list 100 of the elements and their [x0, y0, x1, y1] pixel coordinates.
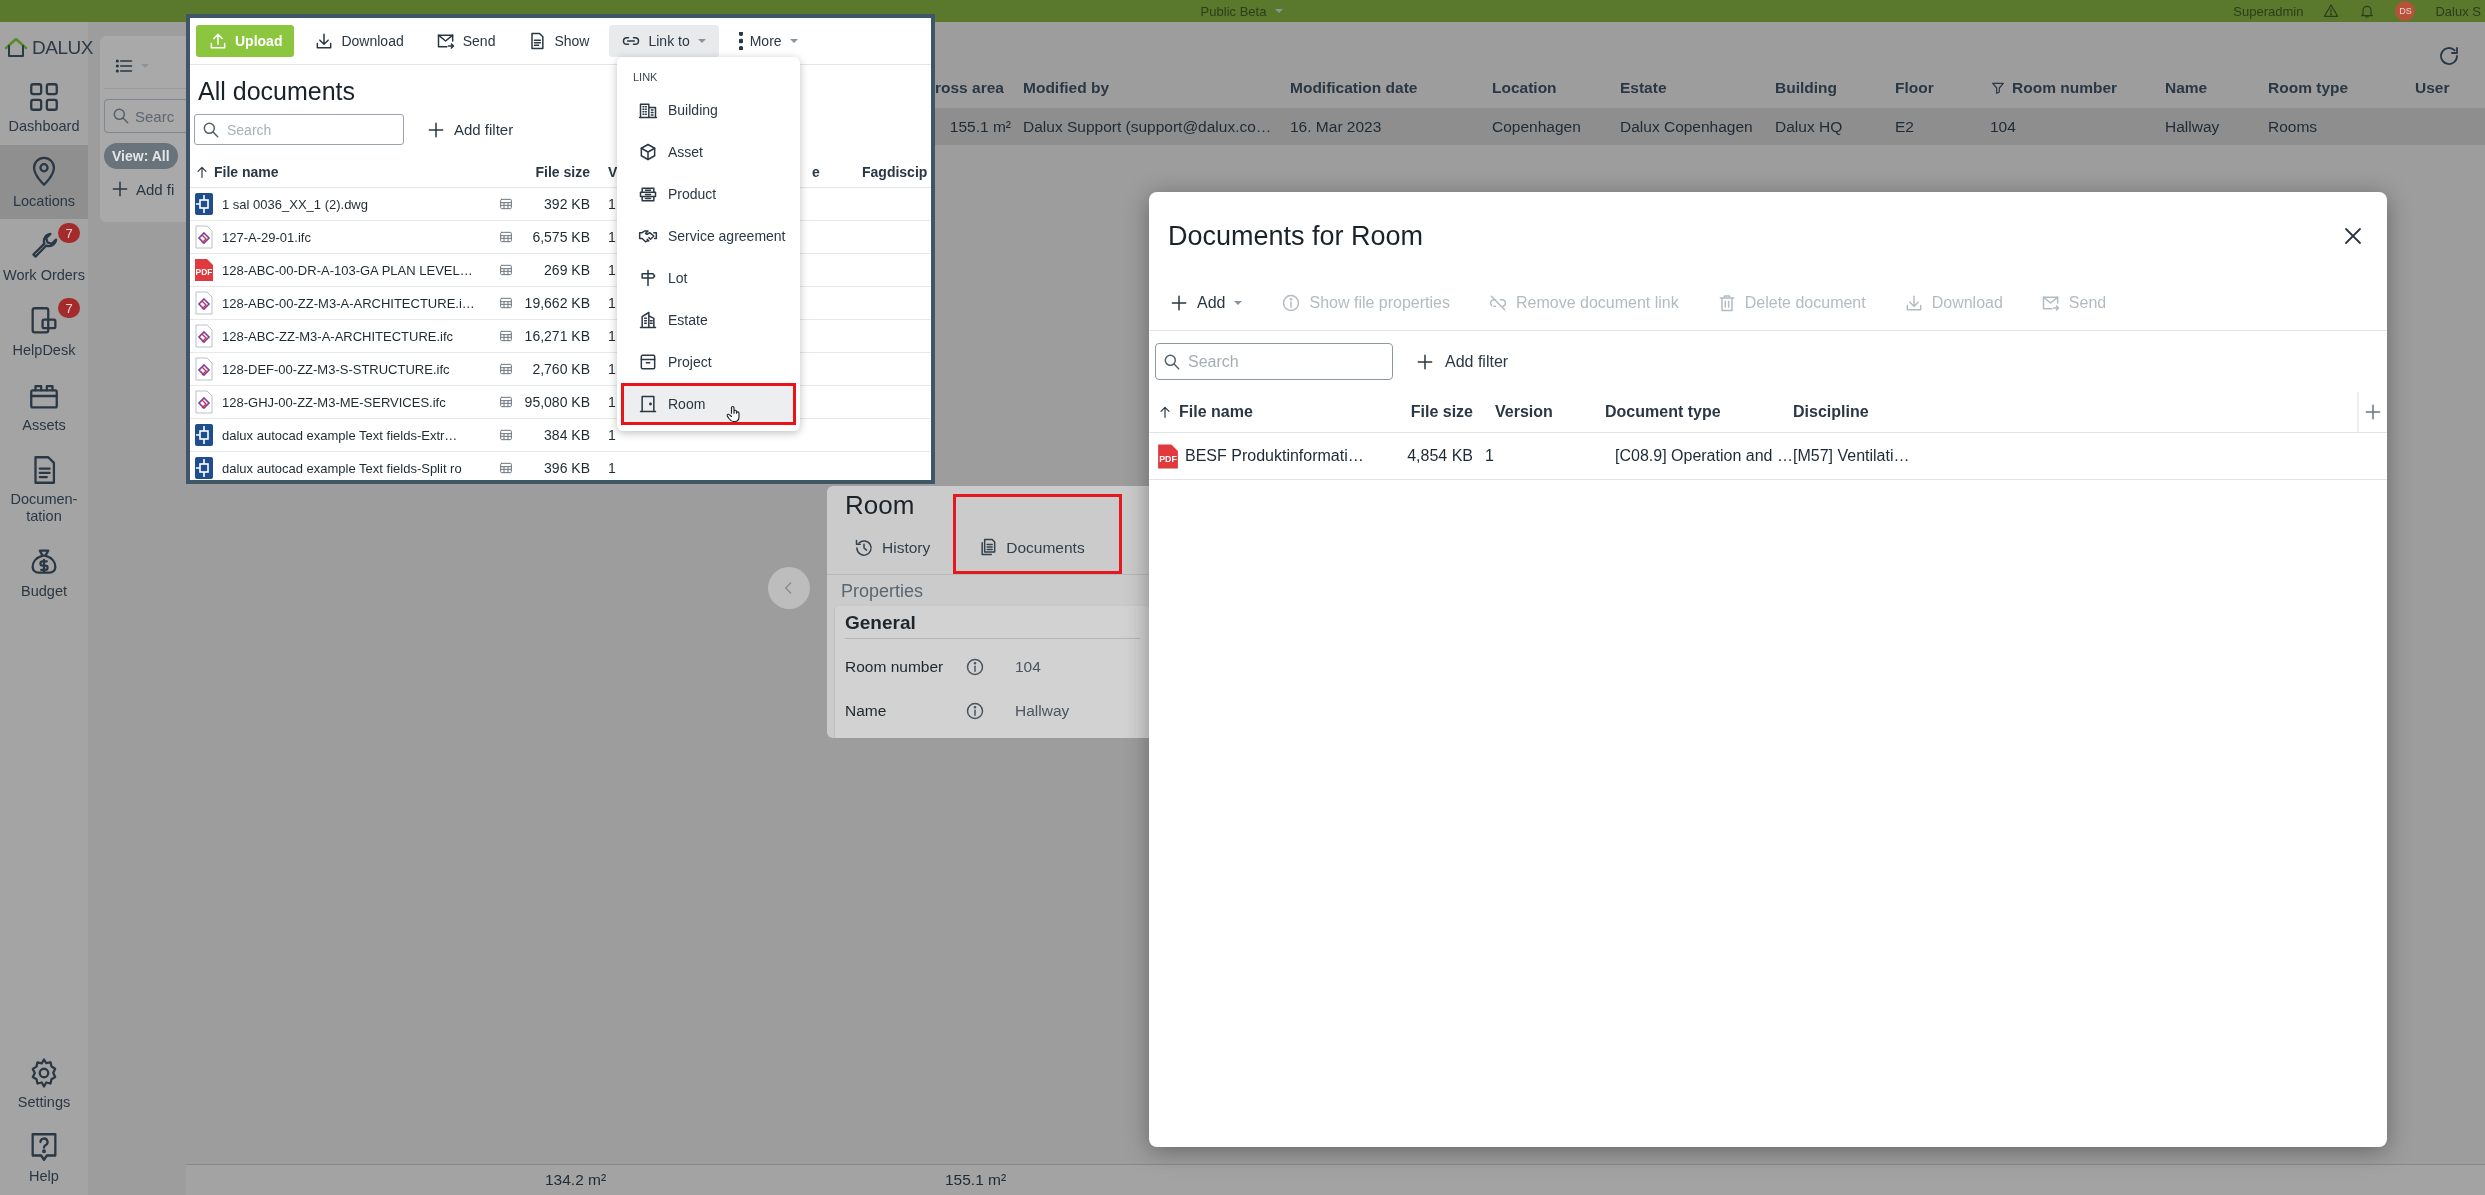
column-header[interactable]: Room number	[1990, 79, 2165, 97]
role-label: Superadmin	[2233, 3, 2304, 19]
column-header[interactable]: Discipline	[1793, 403, 1973, 421]
sidebar-item[interactable]: Work Orders 7	[0, 219, 88, 294]
sidebar-item[interactable]: Settings	[0, 1045, 88, 1121]
drawing-file-icon	[194, 192, 214, 216]
view-chip[interactable]: View: All	[104, 143, 178, 169]
column-header[interactable]: Building	[1775, 79, 1895, 97]
history-icon	[854, 538, 874, 558]
column-header[interactable]: Modified by	[1023, 79, 1290, 97]
search-field[interactable]: Search	[194, 114, 404, 145]
toolbar-button[interactable]: Link to	[609, 25, 719, 57]
toolbar-button[interactable]: Send	[423, 25, 508, 57]
sheet-icon[interactable]	[498, 196, 514, 212]
table-cell-text: 16. Mar 2023	[1290, 118, 1383, 136]
table-cell-text: Dalux HQ	[1775, 118, 1844, 136]
plus-icon	[1169, 293, 1189, 313]
column-header[interactable]: File size	[518, 164, 600, 180]
sidebar-item[interactable]: Help	[0, 1120, 88, 1195]
file-name: 128-ABC-00-DR-A-103-GA PLAN LEVEL…	[222, 262, 473, 278]
column-header[interactable]: ross area	[935, 79, 1023, 97]
sheet-icon[interactable]	[498, 295, 514, 311]
file-size: 2,760 KB	[531, 361, 591, 377]
section-label: Properties	[840, 580, 925, 603]
field-value: Hallway	[1015, 702, 1071, 720]
file-name: 128-GHJ-00-ZZ-M3-ME-SERVICES.ifc	[222, 394, 446, 410]
column-header[interactable]: Name	[2165, 79, 2268, 97]
column-header[interactable]: Modification date	[1290, 79, 1492, 97]
sheet-icon[interactable]	[498, 394, 514, 410]
column-header[interactable]: Room type	[2268, 79, 2415, 97]
search-icon	[111, 106, 131, 126]
toolbar-button[interactable]: More	[726, 25, 811, 57]
table-cell-text: 104	[1990, 118, 2017, 136]
sidebar-item[interactable]: Budget	[0, 534, 88, 610]
tab[interactable]: History	[837, 522, 948, 574]
file-name: 128-ABC-00-ZZ-M3-A-ARCHITECTURE.i…	[222, 295, 475, 311]
version-cell-text: 1	[607, 394, 616, 410]
column-header[interactable]: Location	[1492, 79, 1620, 97]
info-icon[interactable]	[965, 657, 985, 677]
menu-heading: LINK	[632, 70, 659, 85]
sheet-icon[interactable]	[498, 460, 514, 476]
sidebar-item[interactable]: Assets	[0, 368, 88, 444]
refresh-icon[interactable]	[2437, 44, 2461, 68]
table-cell-text: 1	[1485, 447, 1495, 465]
total-cell-text: 155.1 m²	[945, 1171, 1008, 1189]
sort-arrow-icon	[1157, 404, 1173, 420]
search-field[interactable]: Searc	[104, 99, 186, 133]
info-icon[interactable]	[965, 701, 985, 721]
drawing-file-icon	[194, 423, 214, 447]
column-header[interactable]: Document type	[1605, 403, 1793, 421]
sheet-icon[interactable]	[498, 361, 514, 377]
add-filter-button[interactable]: Add filter	[1415, 351, 1509, 372]
version-cell-text: 1	[607, 427, 616, 443]
document-row[interactable]: PDF BESF Produktinformati… 4,854 KB 1 [C08.9] Operation and …[M57] Ventilati…	[1149, 433, 2387, 480]
unlink-icon	[1488, 293, 1508, 313]
list-view-icon[interactable]	[114, 56, 134, 76]
menu-item[interactable]: Room	[621, 383, 796, 425]
pdf-file-icon: PDF	[194, 258, 214, 282]
file-size: 19,662 KB	[523, 295, 591, 311]
tab[interactable]: Documents	[953, 494, 1122, 574]
column-header[interactable]: User	[2415, 79, 2485, 97]
column-header[interactable]: File size	[1393, 403, 1485, 421]
plus-icon	[110, 179, 130, 199]
sidebar-item[interactable]: Locations	[0, 144, 88, 220]
panel-title: Room	[844, 490, 916, 520]
sheet-icon[interactable]	[498, 427, 514, 443]
model-file-icon	[194, 324, 214, 348]
add-filter-button[interactable]: Add filter	[426, 119, 514, 140]
sidebar-item[interactable]: Dashboard	[0, 70, 88, 145]
file-name: dalux autocad example Text fields-Split ro	[222, 460, 462, 476]
search-field[interactable]: Search	[1155, 343, 1393, 380]
toolbar-button[interactable]: Download	[302, 25, 416, 57]
total-cell-text: 134.2 m²	[545, 1171, 608, 1189]
version-cell-text: 1	[607, 262, 616, 278]
kebab-icon	[738, 32, 743, 50]
sidebar-item[interactable]: Documen-tation	[0, 443, 88, 535]
bell-icon[interactable]	[2359, 3, 2376, 19]
table-cell-text: Copenhagen	[1492, 118, 1582, 136]
add-filter-button[interactable]: Add fi	[104, 179, 186, 199]
column-header[interactable]: Fagdiscip	[860, 164, 931, 180]
file-size: 396 KB	[543, 460, 591, 476]
sheet-icon[interactable]	[498, 229, 514, 245]
file-size: 16,271 KB	[523, 328, 591, 344]
column-header[interactable]: Floor	[1895, 79, 1990, 97]
sheet-icon[interactable]	[498, 262, 514, 278]
caret-icon	[140, 63, 150, 69]
sheet-icon[interactable]	[498, 328, 514, 344]
column-header[interactable]: File name	[1157, 403, 1393, 421]
plus-icon	[2363, 402, 2383, 422]
warning-icon[interactable]	[2323, 3, 2340, 19]
file-row[interactable]: dalux autocad example Text fields-Split ro 396 KB 1	[190, 452, 931, 480]
field-label: Room number	[845, 658, 945, 676]
sidebar-item[interactable]: HelpDesk 7	[0, 294, 88, 369]
column-header[interactable]: Version	[1485, 403, 1605, 421]
toolbar-button[interactable]: Add	[1169, 293, 1244, 313]
user-avatar[interactable]: DS	[2395, 1, 2416, 21]
column-header[interactable]: Estate	[1620, 79, 1775, 97]
column-header[interactable]: File name	[194, 164, 498, 180]
office-building-icon	[638, 310, 658, 330]
toolbar-button[interactable]: Show	[515, 25, 602, 57]
